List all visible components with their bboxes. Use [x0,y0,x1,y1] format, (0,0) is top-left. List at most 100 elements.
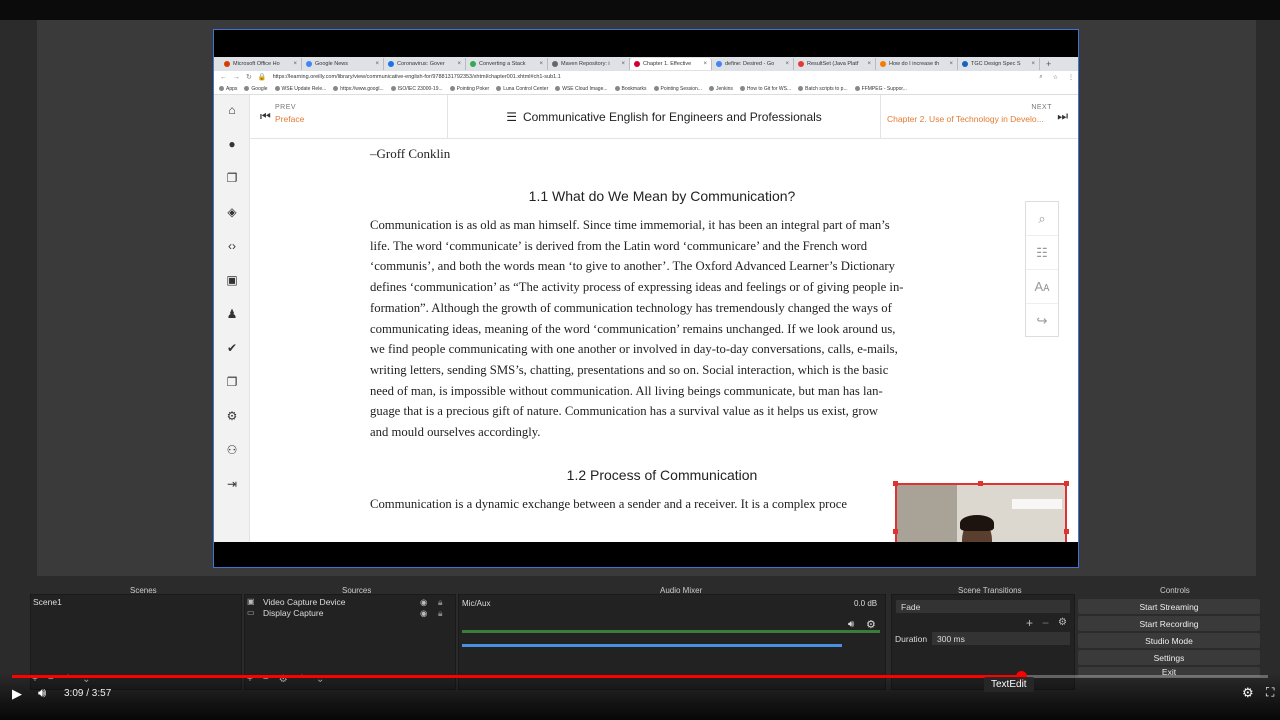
skip-back-icon: ⏮ [260,109,271,123]
browser-tab[interactable]: Converting a Stack × [466,58,548,70]
code-icon[interactable]: ‹› [225,239,239,253]
bookmark-item[interactable]: Batch scripts to p... [798,86,848,92]
add-icon[interactable]: + [1026,616,1033,630]
play-icon[interactable]: ▶ [12,686,22,702]
close-tab-icon[interactable]: × [1031,61,1035,67]
new-tab-icon[interactable]: + [1046,59,1051,69]
home-icon[interactable]: ⌂ [225,103,239,117]
search-icon[interactable]: ⌕ [1039,74,1042,81]
reload-icon[interactable]: ↻ [246,73,252,81]
close-tab-icon[interactable]: × [621,61,625,67]
forward-icon[interactable]: → [233,74,240,81]
start-streaming-button[interactable]: Start Streaming [1078,599,1260,614]
bookmark-item[interactable]: Google [244,86,268,92]
bookmark-label: WSE Update Rele... [281,85,327,92]
tab-title: Microsoft Office Ho [233,61,280,67]
resize-handle[interactable] [1064,481,1069,486]
close-tab-icon[interactable]: × [949,61,953,67]
gear-icon[interactable]: ⚙ [866,618,876,631]
bookmark-item[interactable]: How to Git for WS... [739,86,791,92]
checkmark-icon[interactable]: ✔ [225,341,239,355]
close-tab-icon[interactable]: × [539,61,543,67]
webcam-overlay[interactable] [895,483,1067,542]
bookmark-item[interactable]: Jenkins [708,86,733,92]
bookmark-item[interactable]: Bookmarks [614,86,647,92]
video-player[interactable]: Microsoft Office Ho × Google News × Coronavi… [0,0,1280,720]
gear-icon[interactable]: ⚙ [225,409,239,423]
bookmark-item[interactable]: Pointing Poker [449,86,489,92]
close-tab-icon[interactable]: × [785,61,789,67]
speaker-icon[interactable]: 🔊︎ [848,619,854,630]
close-tab-icon[interactable]: × [703,61,707,67]
menu-icon[interactable]: ⋮ [1068,74,1074,81]
bookmark-item[interactable]: ISO/IEC 23000-19... [390,85,443,92]
paragraph-line: and mould ourselves accordingly. [370,425,541,440]
bookmark-item[interactable]: https://www.googl... [333,86,384,92]
certification-icon[interactable]: ♟ [225,307,239,321]
browser-tab[interactable]: How do I increase th × [876,58,958,70]
user-icon[interactable]: ● [225,137,239,151]
settings-button[interactable]: Settings [1078,650,1260,665]
share-icon[interactable]: ↪ [1026,304,1058,338]
bookmark-label: ISO/IEC 23000-19... [397,85,443,92]
next-chapter-link[interactable]: NEXT Chapter 2. Use of Technology in Dev… [880,95,1078,139]
bookmark-item[interactable]: FFMPEG - Suppor... [854,86,907,92]
lock-icon[interactable]: 🔒︎ [438,597,443,608]
book-title-link[interactable]: ☰ Communicative English for Engineers an… [448,95,880,139]
search-icon[interactable]: ⌕ [1026,202,1058,236]
browser-tab[interactable]: Chapter 1. Effective × [630,58,712,70]
resize-handle[interactable] [893,481,898,486]
transition-select[interactable]: Fade [896,600,1070,613]
source-item[interactable]: Video Capture Device [263,597,346,607]
sign-out-icon[interactable]: ⇥ [225,477,239,491]
browser-tab[interactable]: TGC Design Spec S × [958,58,1040,70]
settings-gear-icon[interactable]: ⚙ [1242,685,1254,701]
browser-tab[interactable]: ResultSet (Java Platf × [794,58,876,70]
browser-tab[interactable]: Maven Repository: i × [548,58,630,70]
back-icon[interactable]: ← [220,74,227,81]
gear-icon[interactable]: ⚙ [1058,617,1067,628]
source-item[interactable]: Display Capture [263,608,323,618]
url-text[interactable]: https://learning.oreilly.com/library/vie… [273,74,1034,80]
lock-icon[interactable]: 🔒︎ [438,608,443,619]
start-recording-button[interactable]: Start Recording [1078,616,1260,631]
bookmark-item[interactable]: Apps [219,86,237,92]
browser-tab[interactable]: Microsoft Office Ho × [220,58,302,70]
close-tab-icon[interactable]: × [293,61,297,67]
bookmark-item[interactable]: Luna Control Center [496,86,548,92]
bookmark-favicon-icon [333,86,339,91]
fullscreen-icon[interactable]: ⛶ [1266,685,1274,700]
bookmark-item[interactable]: WSE Cloud Image... [555,86,608,92]
remove-icon[interactable]: − [1042,616,1049,630]
account-icon[interactable]: ⚇ [225,443,239,457]
volume-slider[interactable] [462,644,842,647]
copy-icon[interactable]: ❐ [225,375,239,389]
scene-item[interactable]: Scene1 [33,597,62,607]
volume-icon[interactable]: 🔊︎ [38,685,46,701]
resize-handle[interactable] [978,481,983,486]
visibility-eye-icon[interactable]: ◉ [420,608,427,619]
seek-bar[interactable] [12,671,1268,682]
controls-header: Controls [1160,586,1190,595]
resize-handle[interactable] [1064,529,1069,534]
visibility-eye-icon[interactable]: ◉ [420,597,427,608]
resize-handle[interactable] [893,529,898,534]
bookmark-item[interactable]: WSE Update Rele... [274,85,327,92]
font-size-icon[interactable]: Aᴀ [1026,270,1058,304]
address-bar[interactable]: ← → ↻ 🔒 https://learning.oreilly.com/lib… [214,71,1078,83]
prev-chapter-link[interactable]: ⏮ PREV Preface [250,95,448,139]
close-tab-icon[interactable]: × [457,61,461,67]
browser-tab[interactable]: Google News × [302,58,384,70]
playlists-icon[interactable]: ❐ [225,171,239,185]
bookmark-item[interactable]: Pointing Session... [653,86,702,92]
layers-icon[interactable]: ◈ [225,205,239,219]
browser-tab[interactable]: Coronavirus: Gover × [384,58,466,70]
star-icon[interactable]: ☆ [1053,74,1058,81]
studio-mode-button[interactable]: Studio Mode [1078,633,1260,648]
toc-icon[interactable]: ☷ [1026,236,1058,270]
duration-input[interactable]: 300 ms [932,632,1070,645]
live-events-icon[interactable]: ▣ [225,273,239,287]
browser-tab[interactable]: define: Desired - Go × [712,58,794,70]
close-tab-icon[interactable]: × [375,61,379,67]
close-tab-icon[interactable]: × [867,61,871,67]
